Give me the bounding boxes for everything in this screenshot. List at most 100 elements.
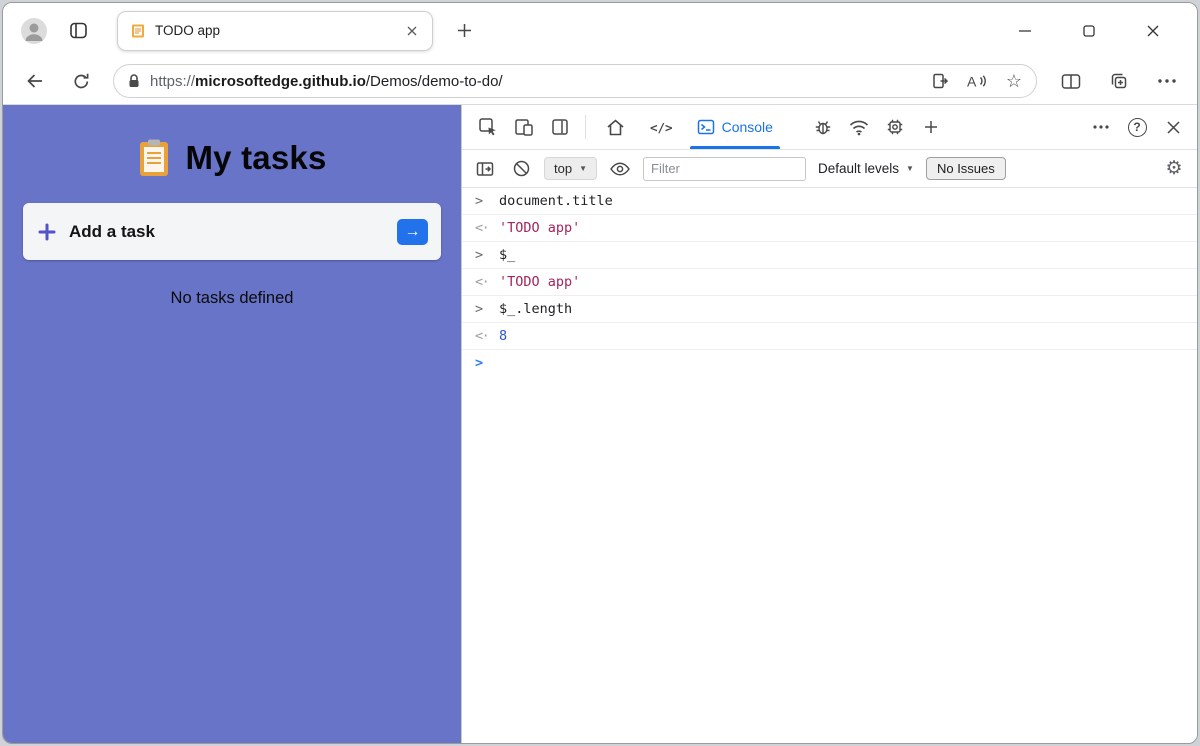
device-emulation-button[interactable] — [506, 105, 542, 149]
lock-icon — [127, 73, 141, 89]
console-settings-button[interactable]: ⚙ — [1161, 156, 1187, 182]
minimize-button[interactable] — [1003, 12, 1047, 50]
console-result-string: 'TODO app' — [499, 274, 581, 290]
split-screen-icon — [1061, 73, 1081, 90]
more-dots-icon — [1093, 125, 1109, 129]
close-devtools-button[interactable] — [1155, 105, 1191, 149]
console-result-row: <· 8 — [462, 323, 1197, 350]
gear-icon: ⚙ — [1165, 158, 1183, 179]
console-input-chevron-icon: > — [475, 247, 484, 263]
console-result-number: 8 — [499, 328, 508, 344]
live-expression-button[interactable] — [607, 156, 633, 182]
console-toolbar: top ▼ Default levels ▼ No Issues ⚙ — [462, 150, 1197, 188]
add-task-field[interactable]: Add a task → — [23, 203, 441, 260]
profile-button[interactable] — [15, 12, 53, 50]
close-window-button[interactable] — [1131, 12, 1175, 50]
add-task-label: Add a task — [69, 221, 155, 241]
console-result-row: <· 'TODO app' — [462, 215, 1197, 242]
submit-task-button[interactable]: → — [397, 218, 428, 245]
arrow-right-icon: → — [404, 222, 421, 240]
console-input-row: > $_.length — [462, 296, 1197, 323]
add-favorite-button[interactable]: ☆ — [1000, 67, 1028, 95]
page-content: My tasks Add a task → No tasks defined <… — [3, 105, 1197, 743]
code-icon: </> — [650, 119, 673, 135]
browser-window: TODO app https://microsoftedge.github.io… — [2, 2, 1198, 744]
window-controls — [1003, 12, 1185, 50]
browser-menu-button[interactable] — [1151, 63, 1183, 99]
close-icon — [407, 26, 417, 36]
plus-icon — [924, 120, 938, 134]
tab-welcome[interactable] — [593, 105, 638, 149]
console-result-string: 'TODO app' — [499, 220, 581, 236]
back-arrow-icon — [25, 71, 45, 91]
tab-sources[interactable]: </> — [638, 105, 685, 149]
console-result-row: <· 'TODO app' — [462, 269, 1197, 296]
read-aloud-button[interactable]: A — [963, 67, 991, 95]
console-result-arrow-icon: <· — [475, 220, 490, 236]
chevron-down-icon: ▼ — [579, 163, 587, 173]
console-result-arrow-icon: <· — [475, 328, 490, 344]
devtools-more-button[interactable] — [1083, 105, 1119, 149]
back-button[interactable] — [17, 63, 53, 99]
filter-input[interactable] — [643, 156, 806, 181]
tab-actions-icon — [69, 21, 88, 40]
no-issues-button[interactable]: No Issues — [925, 157, 1006, 180]
page-title: My tasks — [185, 139, 327, 176]
dock-side-button[interactable] — [542, 105, 578, 149]
console-tab-label: Console — [721, 119, 773, 135]
log-levels-label: Default levels — [818, 161, 900, 176]
tab-console[interactable]: Console — [685, 105, 785, 149]
tab-close-button[interactable] — [400, 19, 424, 43]
todo-app-panel: My tasks Add a task → No tasks defined — [3, 105, 461, 743]
console-sidebar-toggle-button[interactable] — [472, 156, 498, 182]
console-input-text: document.title — [499, 193, 613, 209]
todo-header: My tasks — [3, 139, 461, 177]
log-levels-dropdown[interactable]: Default levels ▼ — [816, 161, 916, 176]
refresh-button[interactable] — [63, 63, 99, 99]
console-input-text: $_ — [499, 247, 516, 263]
star-icon: ☆ — [1005, 71, 1023, 91]
devtools-help-button[interactable]: ? — [1119, 105, 1155, 149]
new-tab-button[interactable] — [447, 14, 481, 48]
address-bar[interactable]: https://microsoftedge.github.io/Demos/de… — [113, 64, 1037, 98]
home-icon — [605, 117, 626, 138]
javascript-context-selector[interactable]: top ▼ — [544, 157, 597, 180]
site-info-button[interactable] — [127, 73, 141, 89]
extra-tools-group — [805, 105, 949, 149]
inspect-cursor-icon — [478, 117, 498, 137]
send-to-devices-button[interactable] — [926, 67, 954, 95]
console-input-row: > document.title — [462, 188, 1197, 215]
performance-chip-button[interactable] — [877, 105, 913, 149]
close-icon — [1166, 120, 1180, 134]
console-input-chevron-icon: > — [475, 301, 484, 317]
clipboard-icon — [137, 139, 171, 177]
send-to-devices-icon — [931, 72, 949, 90]
navigation-bar: https://microsoftedge.github.io/Demos/de… — [3, 58, 1197, 105]
url-scheme: https:// — [150, 72, 196, 90]
clear-console-button[interactable] — [508, 156, 534, 182]
issues-bug-button[interactable] — [805, 105, 841, 149]
svg-text:A: A — [967, 74, 977, 90]
maximize-button[interactable] — [1067, 12, 1111, 50]
network-conditions-button[interactable] — [841, 105, 877, 149]
help-icon: ? — [1127, 117, 1147, 137]
devtools-panel: </> Console ? top ▼ Filter Default level… — [461, 105, 1197, 743]
devtools-toolbar: </> Console ? — [462, 105, 1197, 150]
context-value: top — [554, 161, 573, 176]
console-prompt-row[interactable]: > — [462, 350, 1197, 376]
add-tools-button[interactable] — [913, 105, 949, 149]
inspect-element-button[interactable] — [470, 105, 506, 149]
dock-side-icon — [550, 117, 570, 137]
console-input-chevron-icon: > — [475, 193, 484, 209]
close-icon — [1147, 25, 1159, 37]
block-icon — [512, 159, 531, 178]
tab-title: TODO app — [155, 23, 221, 38]
help-glyph: ? — [1133, 120, 1141, 134]
split-screen-button[interactable] — [1055, 63, 1087, 99]
browser-tab[interactable]: TODO app — [117, 10, 433, 51]
url-host: microsoftedge.github.io — [195, 72, 366, 90]
collections-button[interactable] — [1103, 63, 1135, 99]
plus-icon — [38, 223, 56, 241]
tab-actions-button[interactable] — [61, 14, 95, 48]
notepad-favicon-icon — [130, 23, 146, 39]
